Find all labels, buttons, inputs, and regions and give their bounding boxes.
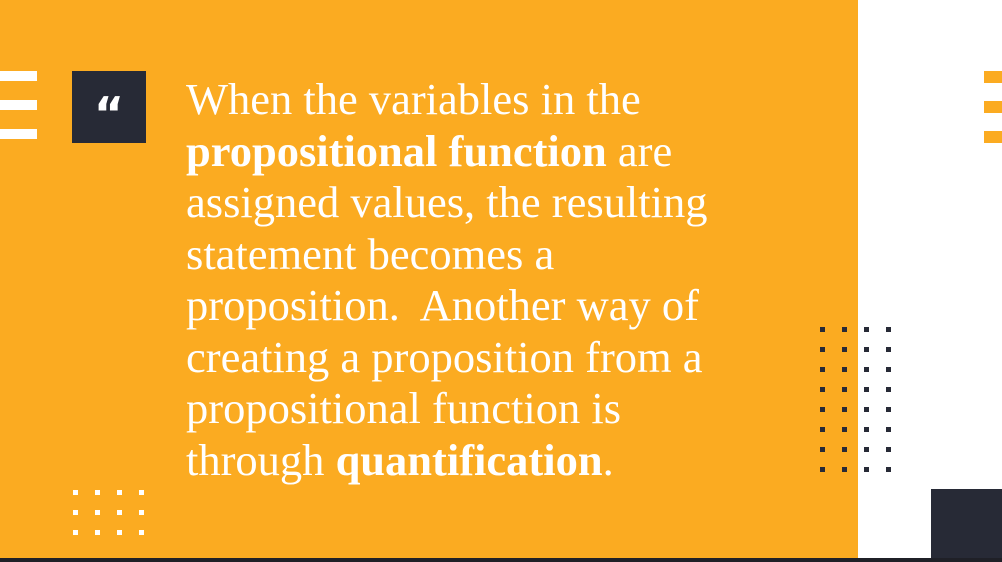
dot: [820, 447, 825, 452]
dot: [864, 427, 869, 432]
dot: [864, 327, 869, 332]
dot: [820, 407, 825, 412]
dot: [886, 407, 891, 412]
dot: [864, 347, 869, 352]
dot: [820, 347, 825, 352]
dot: [95, 530, 100, 535]
dot: [886, 427, 891, 432]
stripe: [0, 100, 37, 110]
dot: [117, 530, 122, 535]
dot: [886, 467, 891, 472]
bold-term-propositional-function: propositional function: [186, 125, 607, 176]
dot: [842, 447, 847, 452]
quote-text: When the variables in the propositional f…: [186, 74, 786, 486]
dot: [842, 367, 847, 372]
slide: “ When the variables in the propositional…: [0, 0, 1002, 562]
white-dot-grid-decoration: [73, 490, 144, 535]
quote-line-4: statement becomes a: [186, 228, 555, 279]
dot: [886, 367, 891, 372]
dot: [73, 490, 78, 495]
dot: [139, 490, 144, 495]
dot: [73, 510, 78, 515]
quote-line-1: When the variables in the: [186, 74, 641, 124]
dot: [864, 407, 869, 412]
stripe: [984, 101, 1002, 113]
dot: [820, 327, 825, 332]
dot: [842, 427, 847, 432]
quote-fragment: through: [186, 434, 336, 485]
dot: [820, 387, 825, 392]
stripe: [0, 129, 37, 139]
stripe: [984, 131, 1002, 143]
dot: [73, 530, 78, 535]
dot: [842, 467, 847, 472]
quote-line-3: assigned values, the resulting: [186, 177, 708, 227]
dot: [886, 347, 891, 352]
dot: [95, 510, 100, 515]
stripe: [0, 71, 37, 81]
dot: [139, 510, 144, 515]
dot: [95, 490, 100, 495]
quote-mark-icon: “: [93, 87, 125, 141]
quote-fragment: are: [606, 125, 673, 176]
dot: [117, 510, 122, 515]
dot: [864, 367, 869, 372]
dot: [117, 490, 122, 495]
stripe: [984, 71, 1002, 83]
left-stripes-decoration: [0, 71, 37, 139]
dot: [886, 327, 891, 332]
bold-term-quantification: quantification: [335, 434, 603, 485]
dot: [864, 387, 869, 392]
quote-line-7: propositional function is: [186, 383, 622, 433]
quote-box: “: [72, 71, 146, 143]
quote-line-6: creating a proposition from a: [186, 331, 703, 382]
dot: [842, 387, 847, 392]
dot: [886, 387, 891, 392]
dot: [864, 467, 869, 472]
dot: [842, 347, 847, 352]
dot: [820, 427, 825, 432]
dark-corner-block: [931, 489, 1002, 562]
dot: [864, 447, 869, 452]
dark-dot-grid-decoration: [820, 327, 891, 472]
quote-fragment: .: [602, 434, 614, 485]
dot: [820, 367, 825, 372]
dot: [842, 407, 847, 412]
dot: [886, 447, 891, 452]
dot: [842, 327, 847, 332]
dot: [820, 467, 825, 472]
bottom-border-line: [0, 558, 1002, 562]
quote-line-5: proposition. Another way of: [186, 280, 699, 330]
right-stripes-decoration: [984, 71, 1002, 143]
dot: [139, 530, 144, 535]
